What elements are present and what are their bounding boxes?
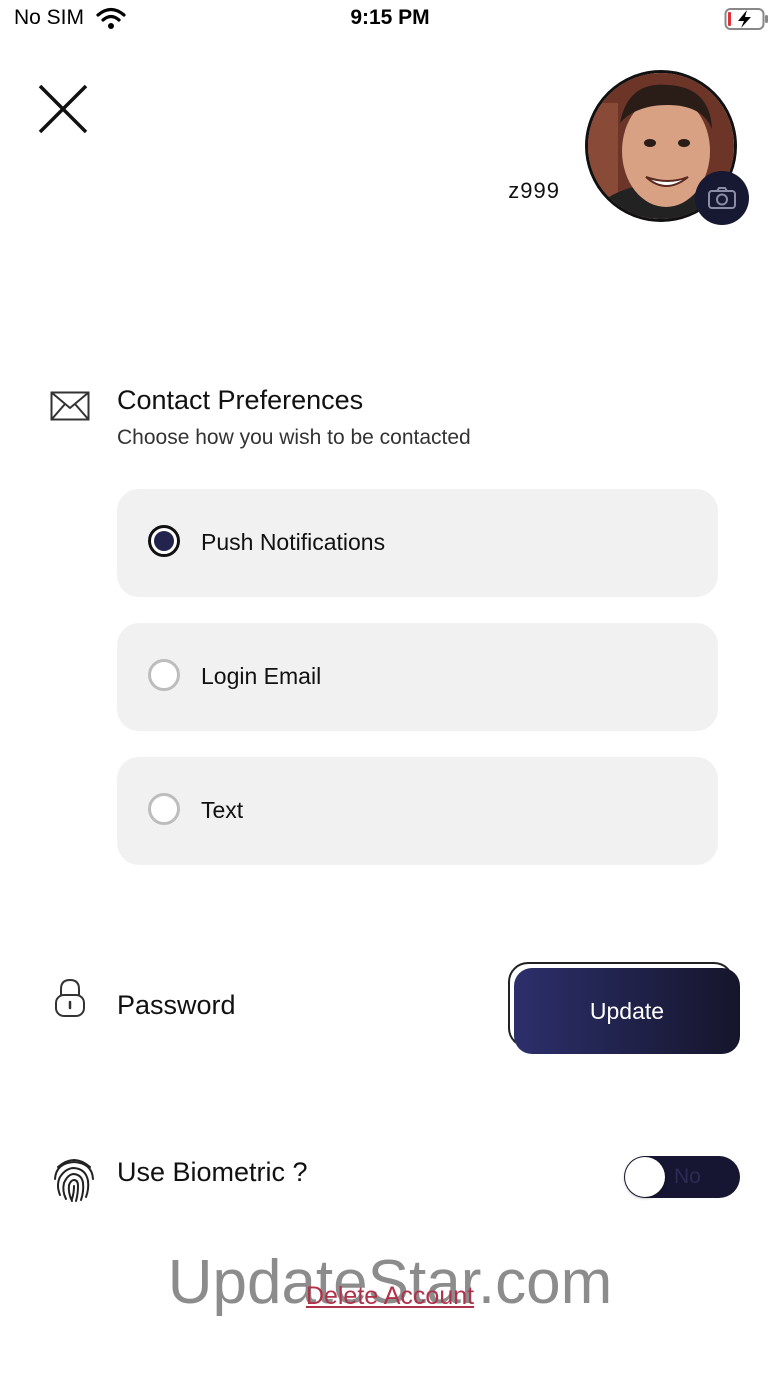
fingerprint-icon [52,1155,96,1208]
delete-account-link[interactable]: Delete Account [0,1282,780,1311]
option-label: Push Notifications [201,529,386,555]
toggle-knob [625,1157,665,1197]
close-icon [38,84,88,134]
radio-unselected[interactable] [148,659,180,691]
option-label: Text [201,797,244,823]
option-push-notifications[interactable]: Push Notifications [117,489,718,597]
toggle-state-label: No [674,1165,701,1188]
option-text[interactable]: Text [117,757,718,865]
option-login-email[interactable]: Login Email [117,623,718,731]
battery-charging-icon [724,7,770,36]
username: z999 [508,178,560,203]
envelope-icon [50,391,90,426]
status-time: 9:15 PM [350,6,430,29]
update-password-button[interactable]: Update [514,968,740,1054]
camera-icon [708,187,736,209]
radio-selected[interactable] [148,525,180,557]
option-label: Login Email [201,663,322,689]
close-button[interactable] [36,82,90,136]
contact-preferences-subtitle: Choose how you wish to be contacted [117,426,471,449]
contact-preferences-title: Contact Preferences [117,385,364,415]
change-photo-button[interactable] [695,171,749,225]
lock-icon [54,978,86,1023]
biometric-toggle[interactable]: No [624,1156,740,1198]
password-label: Password [117,990,236,1020]
biometric-label: Use Biometric ? [117,1157,308,1187]
radio-unselected[interactable] [148,793,180,825]
